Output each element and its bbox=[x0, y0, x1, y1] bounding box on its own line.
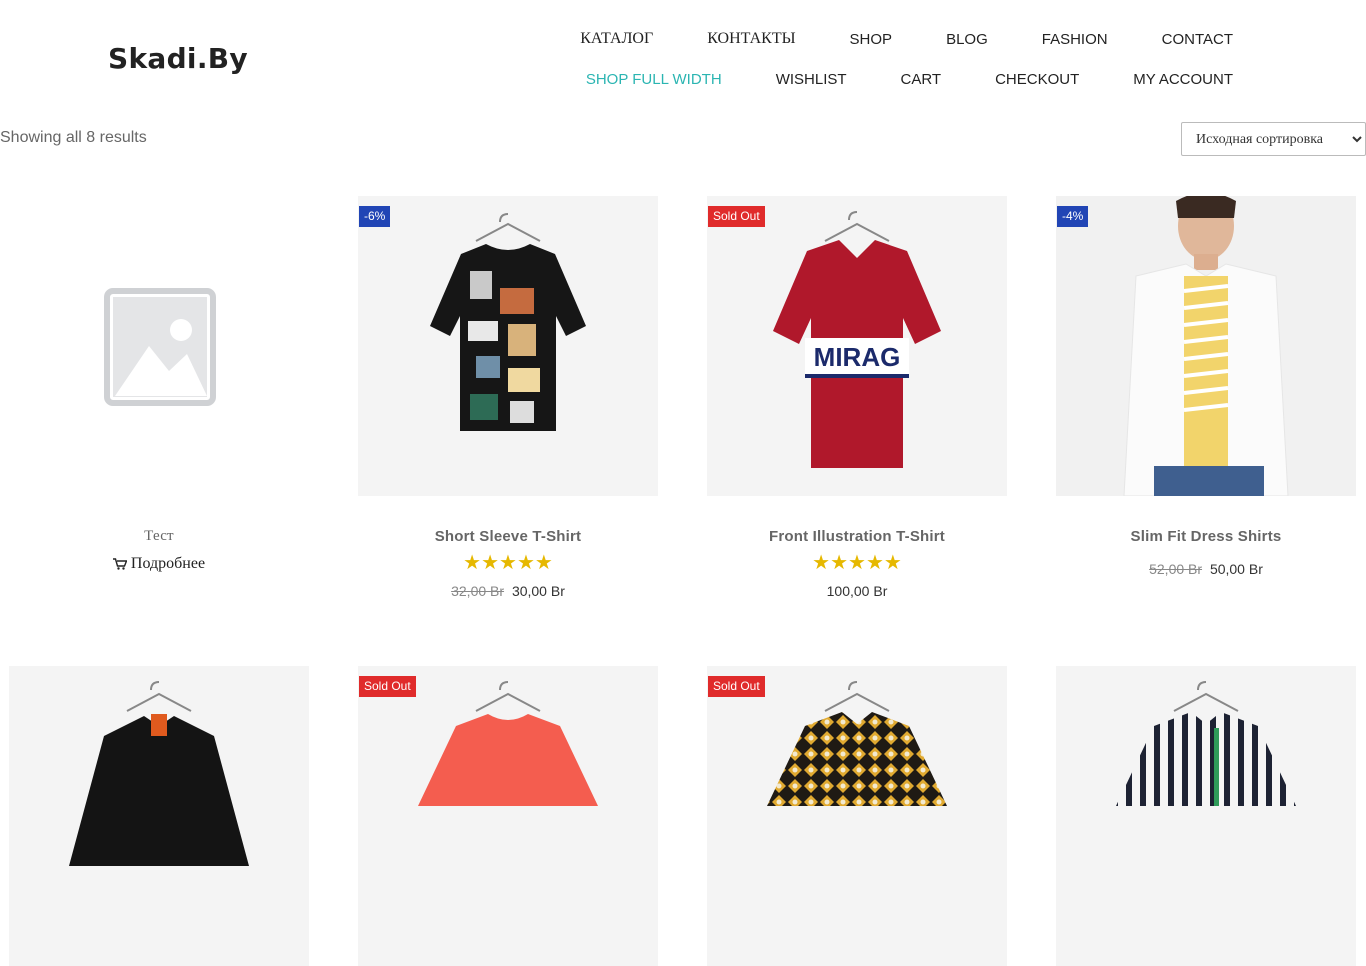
striped-shirt-image bbox=[1116, 681, 1296, 806]
product-image[interactable]: MIRAG Sold Out bbox=[707, 196, 1007, 496]
black-bomber-jacket-image bbox=[69, 681, 249, 866]
placeholder-image-icon bbox=[104, 288, 216, 406]
result-count: Showing all 8 results bbox=[0, 129, 147, 146]
product-price: 32,00 Br 30,00 Br bbox=[358, 583, 658, 599]
read-more-button[interactable]: Подробнее bbox=[112, 555, 206, 573]
primary-nav-row-1: КАТАЛОГ КОНТАКТЫ SHOP BLOG FASHION CONTA… bbox=[526, 30, 1233, 48]
nav-item-shop-full-width[interactable]: SHOP FULL WIDTH bbox=[586, 71, 722, 88]
product-price: 52,00 Br 50,00 Br bbox=[1056, 561, 1356, 577]
product-card: -6% Short Sleeve T-Shirt ★★★★★ 32,00 Br … bbox=[358, 196, 658, 599]
nav-item-catalog[interactable]: КАТАЛОГ bbox=[580, 30, 653, 48]
product-price: 100,00 Br bbox=[707, 583, 1007, 599]
nav-item-contact[interactable]: CONTACT bbox=[1162, 31, 1233, 48]
sale-badge: -6% bbox=[359, 206, 391, 227]
current-price: 30,00 Br bbox=[511, 583, 565, 599]
nav-item-checkout[interactable]: CHECKOUT bbox=[995, 71, 1079, 88]
red-polo-shirt-image: MIRAG bbox=[773, 211, 941, 468]
product-image[interactable]: -6% bbox=[358, 196, 658, 496]
nav-item-shop[interactable]: SHOP bbox=[850, 31, 893, 48]
product-image[interactable] bbox=[9, 666, 309, 966]
site-logo[interactable]: Skadi.By bbox=[108, 42, 248, 75]
coral-tshirt-image bbox=[418, 681, 598, 806]
sort-select[interactable]: Исходная сортировка bbox=[1181, 122, 1366, 156]
star-rating: ★★★★★ bbox=[358, 553, 658, 573]
sale-badge: -4% bbox=[1057, 206, 1089, 227]
nav-item-fashion[interactable]: FASHION bbox=[1042, 31, 1108, 48]
star-rating: ★★★★★ bbox=[707, 553, 1007, 573]
graphic-print-tshirt-image bbox=[430, 213, 586, 431]
product-image[interactable]: -4% bbox=[1056, 196, 1356, 496]
product-title[interactable]: Short Sleeve T-Shirt bbox=[358, 528, 658, 545]
product-card: Sold Out bbox=[358, 666, 658, 966]
star-icon: ★★★★★ bbox=[812, 552, 902, 574]
soldout-badge: Sold Out bbox=[359, 676, 416, 697]
product-title[interactable]: Front Illustration T-Shirt bbox=[707, 528, 1007, 545]
product-card: -4% Slim Fit Dress Shirts 52,00 Br 50,00… bbox=[1056, 196, 1356, 577]
cart-icon bbox=[112, 558, 127, 570]
white-dress-shirt-model-image bbox=[1056, 196, 1356, 496]
product-image[interactable] bbox=[1056, 666, 1356, 966]
product-card: MIRAG Sold Out Front Illustration T-Shir… bbox=[707, 196, 1007, 599]
product-card bbox=[9, 666, 309, 966]
product-image[interactable]: Sold Out bbox=[707, 666, 1007, 966]
nav-item-wishlist[interactable]: WISHLIST bbox=[776, 71, 847, 88]
current-price: 50,00 Br bbox=[1209, 561, 1263, 577]
old-price: 52,00 Br bbox=[1149, 561, 1203, 577]
nav-item-contacts-ru[interactable]: КОНТАКТЫ bbox=[707, 30, 795, 48]
current-price: 100,00 Br bbox=[826, 583, 888, 599]
nav-item-cart[interactable]: CART bbox=[901, 71, 942, 88]
product-title[interactable]: Тест bbox=[9, 528, 309, 545]
primary-nav-row-2: SHOP FULL WIDTH WISHLIST CART CHECKOUT M… bbox=[532, 71, 1233, 88]
star-icon: ★★★★★ bbox=[463, 552, 553, 574]
product-card: Тест Подробнее bbox=[9, 196, 309, 575]
read-more-label: Подробнее bbox=[130, 555, 206, 572]
product-image[interactable] bbox=[9, 196, 309, 496]
soldout-badge: Sold Out bbox=[708, 676, 765, 697]
nav-item-blog[interactable]: BLOG bbox=[946, 31, 988, 48]
svg-text:MIRAG: MIRAG bbox=[814, 342, 901, 372]
product-card bbox=[1056, 666, 1356, 966]
product-image[interactable]: Sold Out bbox=[358, 666, 658, 966]
soldout-badge: Sold Out bbox=[708, 206, 765, 227]
nav-item-my-account[interactable]: MY ACCOUNT bbox=[1133, 71, 1233, 88]
patterned-shirt-image bbox=[767, 681, 947, 806]
product-card: Sold Out bbox=[707, 666, 1007, 966]
old-price: 32,00 Br bbox=[451, 583, 505, 599]
product-title[interactable]: Slim Fit Dress Shirts bbox=[1056, 528, 1356, 545]
